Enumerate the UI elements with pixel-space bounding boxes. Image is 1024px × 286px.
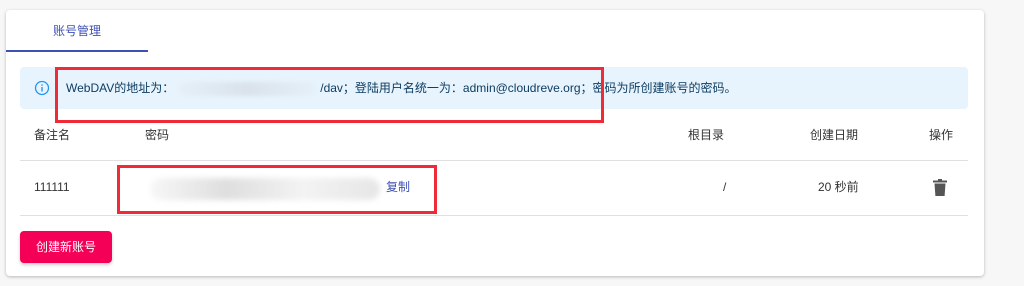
highlight-box-password [117, 165, 437, 214]
header-root-dir: 根目录 [688, 128, 725, 142]
trash-icon[interactable] [933, 179, 947, 196]
tab-indicator [6, 50, 148, 52]
cell-created-date: 20 秒前 [818, 180, 859, 194]
info-icon [34, 80, 50, 96]
tab-account-management[interactable]: 账号管理 [6, 10, 148, 52]
cell-remark-name: 111111 [34, 180, 70, 194]
cell-root-dir: / [723, 180, 727, 194]
header-divider [20, 160, 968, 161]
highlight-box-alert [55, 67, 604, 123]
header-password: 密码 [145, 128, 170, 142]
row-divider [20, 215, 968, 216]
create-account-button[interactable]: 创建新账号 [20, 231, 112, 263]
header-actions: 操作 [929, 128, 954, 142]
header-created-date: 创建日期 [810, 128, 859, 142]
header-remark-name: 备注名 [34, 128, 71, 142]
